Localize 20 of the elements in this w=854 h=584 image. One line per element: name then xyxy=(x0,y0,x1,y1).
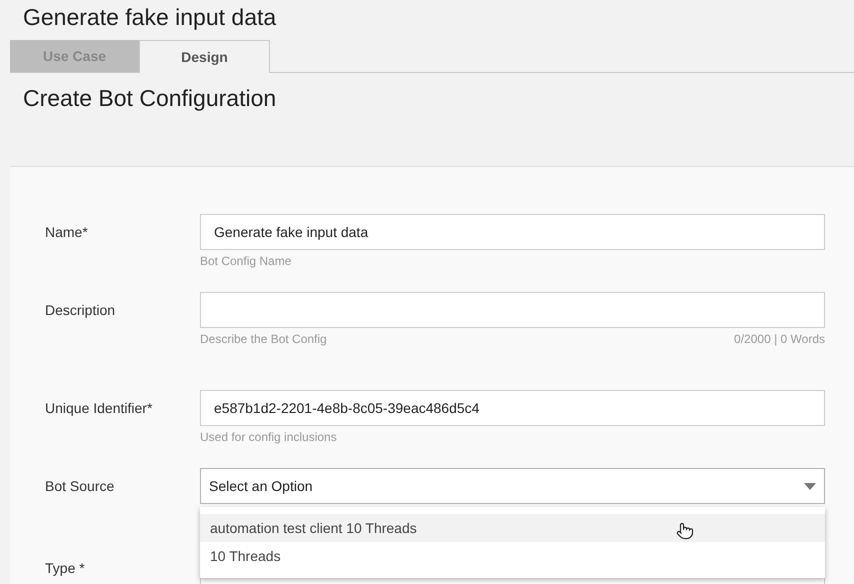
field-label: Name* xyxy=(45,223,89,242)
select-field[interactable]: Select an Option xyxy=(200,468,825,504)
field-label: Unique Identifier* xyxy=(45,399,154,418)
field-hint: Bot Config Name xyxy=(200,254,292,268)
section-title: Create Bot Configuration xyxy=(23,85,278,112)
dropdown-option[interactable]: automation test client 10 Threads xyxy=(200,514,825,542)
page-title: Generate fake input data xyxy=(22,3,278,32)
dropdown-option[interactable]: 10 Threads xyxy=(200,542,825,570)
character-counter: 0/2000 | 0 Words xyxy=(734,332,825,346)
text-field[interactable]: Generate fake input data xyxy=(200,214,825,250)
field-label: Type * xyxy=(45,559,86,578)
text-field[interactable] xyxy=(200,292,825,328)
tab[interactable]: Design xyxy=(139,40,270,73)
field-label: Description xyxy=(45,301,116,320)
field-hint: Describe the Bot Config xyxy=(200,332,327,346)
field-label: Bot Source xyxy=(45,477,116,496)
text-field[interactable]: e587b1d2-2201-4e8b-8c05-39eac486d5c4 xyxy=(200,390,825,426)
pointer-cursor-icon xyxy=(676,522,694,540)
caret-icon xyxy=(804,482,816,490)
field-hint: Used for config inclusions xyxy=(200,430,337,444)
